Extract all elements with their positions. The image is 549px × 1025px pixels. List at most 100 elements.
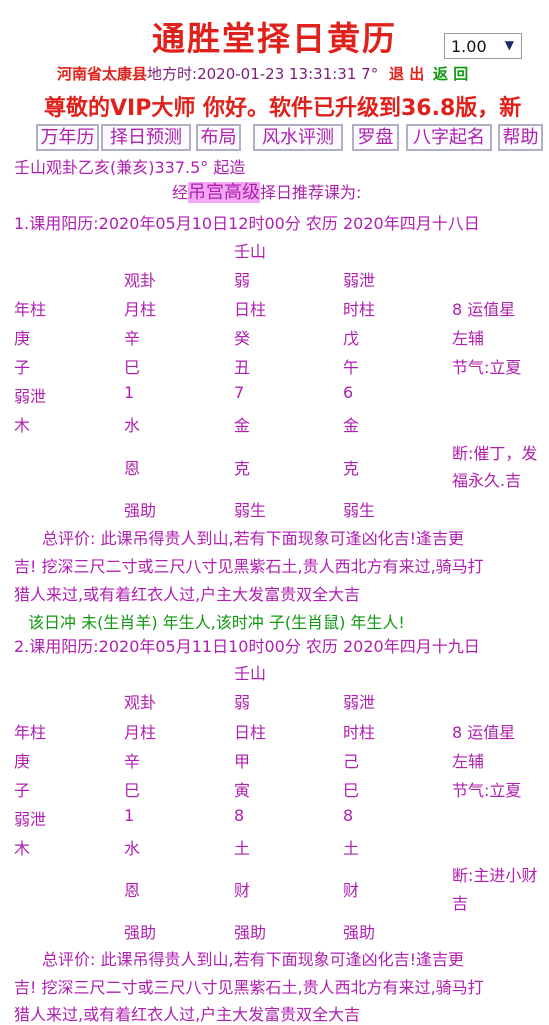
day-strength: 弱 [234, 271, 251, 290]
branch-cell: 午 [343, 358, 360, 377]
number-cell: 弱泄 [14, 387, 47, 406]
stem-cell: 甲 [234, 752, 251, 771]
method-highlight: 吊宫高级 [188, 182, 261, 203]
mountain-label: 壬山 [234, 664, 267, 683]
number-cell: 弱泄 [14, 810, 47, 829]
recommend-prefix: 经 [172, 183, 189, 202]
judgement-line: 吉 [452, 894, 469, 913]
back-link[interactable]: 返 回 [433, 65, 468, 83]
branch-cell: 巳 [343, 781, 360, 800]
branch-cell: 丑 [234, 358, 251, 377]
element-cell: 土 [234, 839, 251, 858]
location-label: 河南省太康县 [57, 65, 148, 83]
nav-button-naming[interactable]: 八字起名 [406, 124, 492, 151]
col-label: 月柱 [124, 300, 157, 319]
branch-cell: 巳 [124, 781, 141, 800]
stem-cell: 庚 [14, 752, 31, 771]
chevron-down-icon: ▼ [504, 38, 514, 52]
number-cell: 1 [124, 806, 135, 825]
support-cell: 强助 [234, 923, 267, 942]
support-cell: 强助 [124, 923, 157, 942]
summary-line: 猎人来过,或有着红衣人过,户主大发富贵双全大吉 [14, 585, 361, 604]
solar-term-cell: 节气:立夏 [452, 358, 522, 377]
relation-cell: 克 [234, 459, 251, 478]
judgement-line: 福永久.吉 [452, 471, 522, 490]
hexagram-label: 观卦 [124, 693, 157, 712]
element-cell: 木 [14, 416, 31, 435]
nav-button-fengshui[interactable]: 风水评测 [253, 124, 343, 151]
col-label: 8 运值星 [452, 300, 516, 319]
col-label: 日柱 [234, 723, 267, 742]
element-cell: 水 [124, 416, 141, 435]
support-cell: 强助 [343, 923, 376, 942]
branch-cell: 寅 [234, 781, 251, 800]
nav-button-help[interactable]: 帮助 [498, 124, 543, 151]
announcement-marquee: 尊敬的VIP大师 你好。软件已升级到36.8版，新 [44, 96, 522, 121]
local-time-label: 地方时:2020-01-23 13:31:31 7° [147, 65, 379, 83]
element-cell: 土 [343, 839, 360, 858]
col-label: 年柱 [14, 300, 47, 319]
result-header: 1.课用阳历:2020年05月10日12时00分 农历 2020年四月十八日 [14, 214, 480, 233]
branch-cell: 子 [14, 358, 31, 377]
clash-line: 该日冲 未(生肖羊) 年生人,该时冲 子(生肖鼠) 年生人! [28, 613, 405, 632]
element-cell: 金 [234, 416, 251, 435]
support-cell: 强助 [124, 501, 157, 520]
solar-term-cell: 节气:立夏 [452, 781, 522, 800]
star-cell: 左辅 [452, 752, 485, 771]
summary-line: 猎人来过,或有着红衣人过,户主大发富贵双全大吉 [14, 1005, 361, 1024]
number-cell: 6 [343, 383, 354, 402]
status-line: 河南省太康县地方时:2020-01-23 13:31:31 7° 退 出 返 回 [57, 63, 468, 84]
zoom-select[interactable]: 1.00 ▼ [444, 33, 522, 59]
stem-cell: 庚 [14, 329, 31, 348]
relation-cell: 财 [343, 881, 360, 900]
number-cell: 7 [234, 383, 245, 402]
nav-button-layout[interactable]: 布局 [196, 124, 241, 151]
summary-line: 吉! 挖深三尺二寸或三尺八寸见黑紫石土,贵人西北方有来过,骑马打 [14, 978, 484, 997]
relation-cell: 克 [343, 459, 360, 478]
judgement-line: 断:催丁，发 [452, 444, 538, 463]
star-cell: 左辅 [452, 329, 485, 348]
col-label: 8 运值星 [452, 723, 516, 742]
branch-cell: 子 [14, 781, 31, 800]
hour-note: 弱泄 [343, 693, 376, 712]
relation-cell: 恩 [124, 881, 141, 900]
branch-cell: 巳 [124, 358, 141, 377]
nav-button-date-forecast[interactable]: 择日预测 [101, 124, 191, 151]
mountain-label: 壬山 [234, 242, 267, 261]
recommend-suffix: 择日推荐课为: [260, 183, 362, 202]
relation-cell: 恩 [124, 459, 141, 478]
support-cell: 弱生 [234, 501, 267, 520]
summary-line: 总评价: 此课吊得贵人到山,若有下面现象可逢凶化吉!逢吉更 [42, 950, 464, 969]
number-cell: 8 [343, 806, 354, 825]
hexagram-label: 观卦 [124, 271, 157, 290]
col-label: 时柱 [343, 723, 376, 742]
element-cell: 木 [14, 839, 31, 858]
relation-cell: 财 [234, 881, 251, 900]
stem-cell: 辛 [124, 752, 141, 771]
day-strength: 弱 [234, 693, 251, 712]
nav-button-compass[interactable]: 罗盘 [352, 124, 399, 151]
mountain-info: 壬山观卦乙亥(兼亥)337.5° 起造 [14, 158, 246, 177]
hour-note: 弱泄 [343, 271, 376, 290]
nav-button-calendar[interactable]: 万年历 [36, 124, 99, 151]
logout-link[interactable]: 退 出 [389, 65, 424, 83]
summary-line: 总评价: 此课吊得贵人到山,若有下面现象可逢凶化吉!逢吉更 [42, 529, 464, 548]
col-label: 日柱 [234, 300, 267, 319]
col-label: 年柱 [14, 723, 47, 742]
number-cell: 8 [234, 806, 245, 825]
element-cell: 水 [124, 839, 141, 858]
stem-cell: 戊 [343, 329, 360, 348]
judgement-line: 断:主进小财 [452, 866, 538, 885]
stem-cell: 己 [343, 752, 360, 771]
stem-cell: 辛 [124, 329, 141, 348]
element-cell: 金 [343, 416, 360, 435]
stem-cell: 癸 [234, 329, 251, 348]
col-label: 月柱 [124, 723, 157, 742]
col-label: 时柱 [343, 300, 376, 319]
result-header: 2.课用阳历:2020年05月11日10时00分 农历 2020年四月十九日 [14, 637, 480, 656]
summary-line: 吉! 挖深三尺二寸或三尺八寸见黑紫石土,贵人西北方有来过,骑马打 [14, 557, 484, 576]
support-cell: 弱生 [343, 501, 376, 520]
zoom-value: 1.00 [451, 37, 487, 56]
recommendation-line: 经吊宫高级择日推荐课为: [172, 178, 361, 204]
number-cell: 1 [124, 383, 135, 402]
